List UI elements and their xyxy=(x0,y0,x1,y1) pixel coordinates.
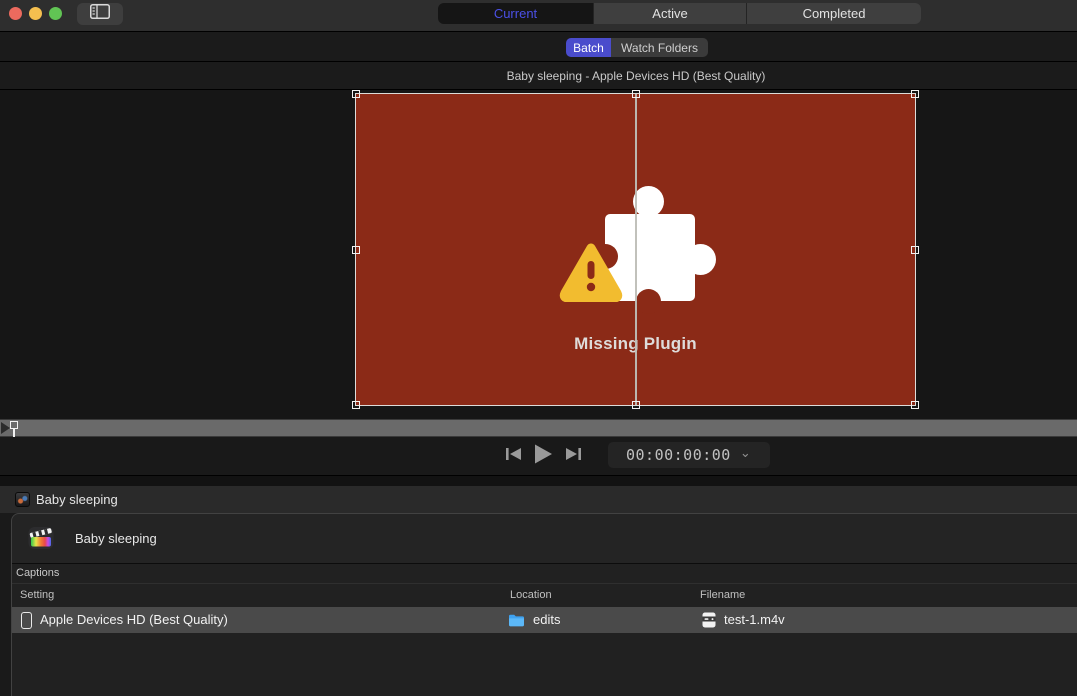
skip-forward-icon xyxy=(565,447,582,466)
column-header-setting: Setting xyxy=(20,589,55,601)
sidebar-icon xyxy=(90,4,110,24)
zoom-window-button[interactable] xyxy=(49,7,62,20)
output-setting: Apple Devices HD (Best Quality) xyxy=(40,612,228,627)
preview-frame[interactable]: Missing Plugin xyxy=(352,90,919,409)
warning-icon xyxy=(558,242,624,307)
timecode-value: 00:00:00:00 xyxy=(626,446,731,464)
tab-current[interactable]: Current xyxy=(438,3,594,24)
preview-title-row: Baby sleeping - Apple Devices HD (Best Q… xyxy=(0,61,1077,89)
output-row[interactable]: Apple Devices HD (Best Quality) edits te… xyxy=(12,607,1077,633)
tab-active[interactable]: Active xyxy=(594,3,747,24)
puzzle-tab-right xyxy=(685,244,716,275)
selection-handle-middle-left[interactable] xyxy=(352,246,360,254)
view-segmented-control: Current Active Completed xyxy=(438,3,921,24)
column-header-filename: Filename xyxy=(700,589,746,601)
go-to-start-button[interactable] xyxy=(503,447,523,466)
column-header-location: Location xyxy=(510,589,552,601)
selection-handle-top-left[interactable] xyxy=(352,90,360,98)
captions-label: Captions xyxy=(16,567,60,579)
captions-section: Captions xyxy=(12,563,1077,583)
selection-handle-bottom-right[interactable] xyxy=(911,401,919,409)
play-button[interactable] xyxy=(531,444,555,469)
transport-bar: 00:00:00:00 ⌄ xyxy=(0,437,1077,475)
job-title: Baby sleeping xyxy=(36,492,118,507)
puzzle-notch-bottom xyxy=(636,289,661,314)
compressor-window: Current Active Completed Batch Watch Fol… xyxy=(0,0,1077,696)
preview-viewport: Missing Plugin xyxy=(0,89,1077,419)
source-name: Baby sleeping xyxy=(75,531,157,546)
timecode-display[interactable]: 00:00:00:00 ⌄ xyxy=(608,442,770,468)
job-summary-row[interactable]: Baby sleeping xyxy=(0,486,1077,513)
split-divider[interactable] xyxy=(635,94,637,405)
selection-handle-middle-right[interactable] xyxy=(911,246,919,254)
device-icon xyxy=(21,612,32,629)
output-filename: test-1.m4v xyxy=(724,612,785,627)
play-icon xyxy=(533,444,553,469)
job-thumbnail xyxy=(15,492,30,507)
go-to-end-button[interactable] xyxy=(563,447,583,466)
close-window-button[interactable] xyxy=(9,7,22,20)
skip-back-icon xyxy=(505,447,522,466)
selection-handle-top-center[interactable] xyxy=(632,90,640,98)
minimize-window-button[interactable] xyxy=(29,7,42,20)
tab-watch-folders[interactable]: Watch Folders xyxy=(611,38,708,57)
timeline-scrubber[interactable] xyxy=(0,419,1077,438)
output-location: edits xyxy=(533,612,561,627)
job-card: Baby sleeping Captions Setting Location … xyxy=(11,513,1077,696)
source-row[interactable]: Baby sleeping xyxy=(12,514,1077,563)
tab-batch[interactable]: Batch xyxy=(566,38,611,57)
mode-segmented-control: Batch Watch Folders xyxy=(566,38,708,57)
puzzle-tab-top xyxy=(633,186,664,217)
preview-title: Baby sleeping - Apple Devices HD (Best Q… xyxy=(506,69,766,83)
selection-handle-top-right[interactable] xyxy=(911,90,919,98)
selection-handle-bottom-left[interactable] xyxy=(352,401,360,409)
selection-handle-bottom-center[interactable] xyxy=(632,401,640,409)
titlebar: Current Active Completed xyxy=(0,0,1077,31)
panel-separator xyxy=(0,475,1077,486)
output-table-header: Setting Location Filename xyxy=(12,583,1077,607)
job-card-empty-area xyxy=(12,633,1077,696)
toggle-sidebar-button[interactable] xyxy=(77,3,123,25)
file-icon xyxy=(702,612,716,633)
final-cut-clapper-icon xyxy=(28,525,54,556)
folder-icon xyxy=(508,614,525,632)
playhead-arrow-icon xyxy=(1,422,10,434)
tab-completed[interactable]: Completed xyxy=(747,3,921,24)
mode-tab-row: Batch Watch Folders xyxy=(0,31,1077,61)
chevron-down-icon: ⌄ xyxy=(739,445,751,460)
